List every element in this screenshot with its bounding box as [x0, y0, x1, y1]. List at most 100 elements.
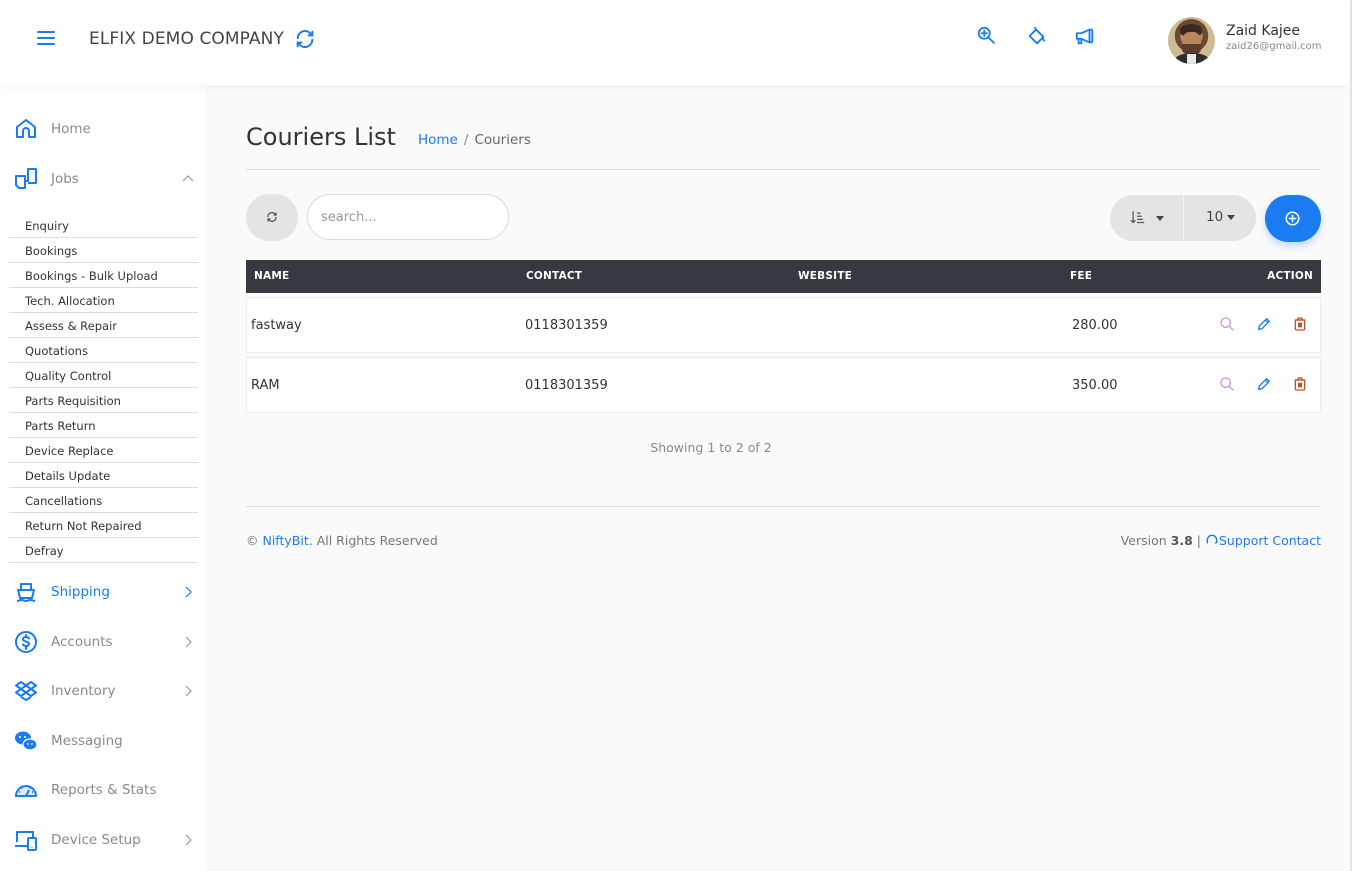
zoom-in-icon[interactable] [976, 25, 998, 47]
sidebar-item-label: Accounts [51, 634, 113, 650]
sidebar-item-reports-stats[interactable]: Reports & Stats [0, 775, 206, 805]
chevron-right-icon [185, 685, 192, 697]
breadcrumb: Home / Couriers [418, 132, 531, 148]
search-input[interactable] [307, 194, 509, 240]
sort-dropdown-button[interactable] [1110, 195, 1184, 241]
table-header: NAME CONTACT WEBSITE FEE ACTION [246, 260, 1321, 293]
sidebar-item-accounts[interactable]: Accounts [0, 627, 206, 657]
submenu-item-defray[interactable]: Defray [9, 538, 198, 563]
version-label: Version [1120, 533, 1167, 548]
copyright-symbol: © [246, 533, 259, 548]
cell-name: RAM [251, 378, 280, 393]
footer-divider [246, 506, 1321, 507]
dollar-icon [15, 631, 37, 653]
submenu-item-quotations[interactable]: Quotations [9, 338, 198, 363]
cell-fee: 350.00 [1072, 378, 1118, 393]
submenu-item-bookings[interactable]: Bookings [9, 238, 198, 263]
submenu-item-return-not-repaired[interactable]: Return Not Repaired [9, 513, 198, 538]
table-options-group: 10 [1110, 195, 1256, 241]
per-page-value: 10 [1206, 209, 1224, 225]
sidebar-item-home[interactable]: Home [0, 114, 206, 144]
chevron-up-icon [182, 175, 194, 182]
cell-fee: 280.00 [1072, 318, 1118, 333]
table-row[interactable]: fastway 0118301359 280.00 [246, 297, 1321, 353]
column-header-action: ACTION [1267, 270, 1313, 282]
submenu-item-device-replace[interactable]: Device Replace [9, 438, 198, 463]
divider [246, 169, 1321, 170]
sidebar-item-label: Home [51, 121, 91, 137]
cell-name: fastway [251, 318, 302, 333]
sidebar-item-device-setup[interactable]: Device Setup [0, 825, 206, 855]
user-email: zaid26@gmail.com [1226, 41, 1322, 52]
column-header-name[interactable]: NAME [254, 270, 289, 282]
hamburger-menu-icon[interactable] [37, 31, 55, 45]
view-icon[interactable] [1219, 376, 1235, 392]
column-header-fee[interactable]: FEE [1070, 270, 1092, 282]
submenu-item-quality-control[interactable]: Quality Control [9, 363, 198, 388]
company-name: ELFIX DEMO COMPANY [89, 29, 284, 49]
submenu-item-cancellations[interactable]: Cancellations [9, 488, 198, 513]
sidebar-item-messaging[interactable]: Messaging [0, 726, 206, 756]
chat-icon [15, 731, 38, 751]
paint-bucket-icon[interactable] [1026, 25, 1048, 47]
version-info: Version 3.8 | Support Contact [1121, 533, 1321, 548]
dropbox-icon [15, 681, 37, 701]
brand-link[interactable]: NiftyBit. [262, 533, 312, 548]
caret-down-icon [1156, 216, 1164, 221]
sidebar: Home Jobs Enquiry Bookings Bookings - Bu… [0, 85, 206, 871]
headset-icon [1206, 534, 1218, 544]
refresh-button[interactable] [246, 194, 298, 241]
cell-contact: 0118301359 [525, 318, 608, 333]
sidebar-item-label: Device Setup [51, 832, 141, 848]
plus-circle-icon [1285, 211, 1300, 226]
submenu-item-bookings-bulk-upload[interactable]: Bookings - Bulk Upload [9, 263, 198, 288]
breadcrumb-home-link[interactable]: Home [418, 132, 458, 148]
sidebar-item-label: Messaging [51, 733, 123, 749]
support-contact-link[interactable]: Support Contact [1205, 533, 1321, 548]
rights-text: All Rights Reserved [316, 533, 438, 548]
sort-icon [1130, 211, 1145, 224]
sidebar-item-label: Shipping [51, 584, 110, 600]
home-icon [16, 119, 36, 138]
sidebar-item-inventory[interactable]: Inventory [0, 676, 206, 706]
delete-icon[interactable] [1292, 376, 1308, 392]
edit-icon[interactable] [1256, 376, 1272, 392]
footer-divider-text: | [1196, 533, 1201, 548]
submenu-item-assess-repair[interactable]: Assess & Repair [9, 313, 198, 338]
jobs-icon [15, 168, 37, 189]
jobs-submenu: Enquiry Bookings Bookings - Bulk Upload … [9, 213, 198, 563]
sidebar-item-jobs[interactable]: Jobs [0, 164, 206, 194]
submenu-item-parts-requisition[interactable]: Parts Requisition [9, 388, 198, 413]
top-bar: ELFIX DEMO COMPANY Zaid Kajee zaid26@gma… [0, 0, 1350, 85]
chevron-right-icon [185, 586, 192, 598]
sidebar-item-shipping[interactable]: Shipping [0, 577, 206, 607]
user-name: Zaid Kajee [1226, 23, 1301, 39]
page-title: Couriers List [246, 123, 396, 151]
megaphone-icon[interactable] [1074, 25, 1096, 47]
column-header-contact[interactable]: CONTACT [526, 270, 582, 282]
sidebar-item-label: Inventory [51, 683, 116, 699]
column-header-website[interactable]: WEBSITE [798, 270, 852, 282]
submenu-item-enquiry[interactable]: Enquiry [9, 213, 198, 238]
ship-icon [16, 583, 36, 602]
sidebar-item-label: Reports & Stats [51, 782, 157, 798]
avatar[interactable] [1168, 17, 1215, 64]
add-courier-button[interactable] [1265, 195, 1321, 242]
pagination-summary: Showing 1 to 2 of 2 [650, 440, 772, 455]
sidebar-item-label: Jobs [51, 171, 79, 187]
view-icon[interactable] [1219, 316, 1235, 332]
submenu-item-tech-allocation[interactable]: Tech. Allocation [9, 288, 198, 313]
per-page-dropdown-button[interactable]: 10 [1185, 195, 1256, 241]
delete-icon[interactable] [1292, 316, 1308, 332]
table-row[interactable]: RAM 0118301359 350.00 [246, 357, 1321, 413]
cell-contact: 0118301359 [525, 378, 608, 393]
edit-icon[interactable] [1256, 316, 1272, 332]
caret-down-icon [1227, 215, 1235, 220]
devices-icon [15, 831, 37, 851]
version-number: 3.8 [1170, 533, 1193, 548]
submenu-item-details-update[interactable]: Details Update [9, 463, 198, 488]
dashboard-icon [14, 785, 38, 797]
breadcrumb-current: Couriers [474, 132, 531, 148]
sync-icon[interactable] [294, 28, 316, 50]
submenu-item-parts-return[interactable]: Parts Return [9, 413, 198, 438]
